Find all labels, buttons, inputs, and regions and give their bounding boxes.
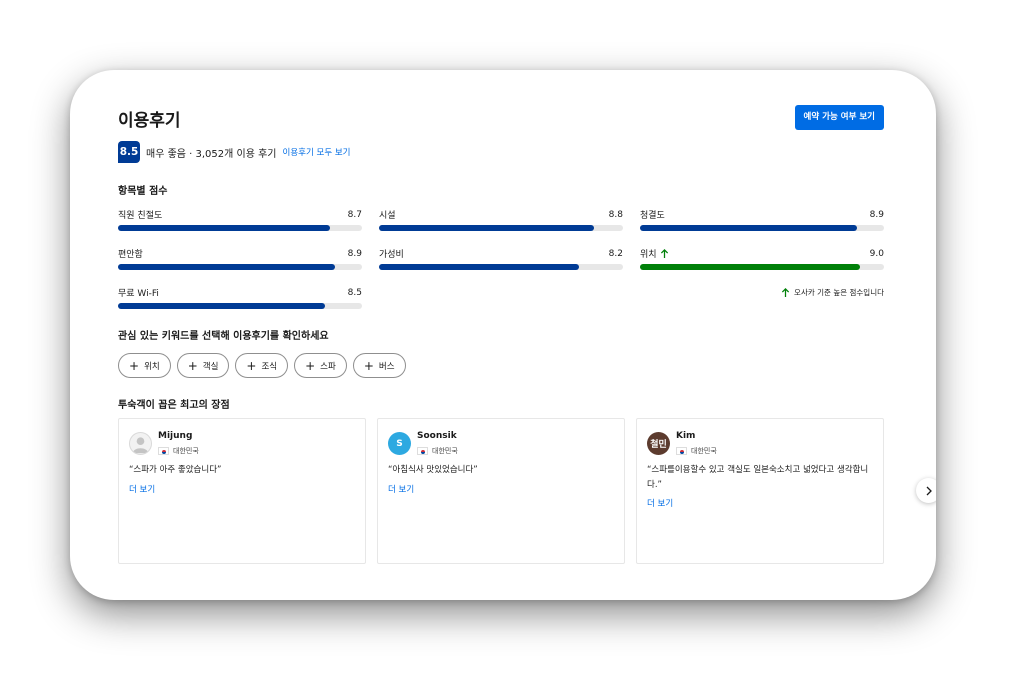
chip-label: 버스 (378, 361, 395, 372)
arrow-up-icon (781, 287, 790, 297)
score-bar (379, 225, 623, 231)
category-score: 8.2 (608, 248, 623, 259)
reviewer-country: 대한민국 (676, 446, 717, 456)
country-name: 대한민국 (173, 447, 199, 455)
score-bar-fill (379, 225, 594, 231)
plus-icon: + (363, 358, 374, 373)
review-text: “아침식사 맛있었습니다” (388, 465, 478, 475)
country-name: 대한민국 (432, 447, 458, 455)
check-availability-button[interactable]: 예약 가능 여부 보기 (794, 105, 884, 130)
keyword-chips: + 위치 + 객실 + 조식 + 스파 + 버스 (118, 353, 406, 378)
chip-label: 객실 (202, 361, 219, 372)
keyword-chip-spa[interactable]: + 스파 (294, 353, 347, 378)
category-label: 편안함 (118, 250, 143, 260)
score-bar (640, 225, 884, 231)
reviewer-name: Soonsik (417, 431, 457, 441)
category-score: 8.9 (347, 248, 362, 259)
score-bar-fill (640, 264, 860, 270)
review-text: “스파를이용할수 있고 객실도 일본숙소치고 넓었다고 생각합니다.” (647, 465, 869, 490)
arrow-up-icon (660, 248, 668, 258)
high-score-note: 오사카 기준 높은 점수입니다 (781, 287, 884, 298)
korea-flag-icon (676, 447, 687, 455)
category-wifi: 무료 Wi-Fi 8.5 (118, 286, 362, 309)
read-more-link[interactable]: 더 보기 (388, 483, 414, 495)
review-text: “스파가 아주 좋았습니다” (129, 465, 222, 475)
score-summary-text: 매우 좋음 · 3,052개 이용 후기 (146, 148, 277, 160)
category-value: 가성비 8.2 (379, 247, 623, 270)
reviewer-country: 대한민국 (417, 446, 458, 456)
score-bar-fill (118, 303, 326, 309)
category-facilities: 시설 8.8 (379, 208, 623, 231)
category-cleanliness: 청결도 8.9 (640, 208, 884, 231)
reviewer-name: Kim (676, 431, 696, 441)
korea-flag-icon (417, 447, 428, 455)
score-badge: 8.5 (118, 141, 140, 163)
review-card[interactable]: Mijung 대한민국 “스파가 아주 좋았습니다” 더 보기 (118, 418, 366, 564)
score-bar-fill (379, 264, 580, 270)
category-location: 위치 9.0 (640, 247, 884, 270)
chip-label: 위치 (144, 361, 160, 372)
score-bar (640, 264, 884, 270)
category-label: 위치 (640, 250, 657, 260)
avatar (129, 432, 152, 455)
avatar: S (388, 432, 411, 455)
all-reviews-link[interactable]: 이용후기 모두 보기 (283, 146, 351, 158)
score-bar (379, 264, 623, 270)
category-label: 청결도 (640, 211, 665, 221)
plus-icon: + (305, 358, 316, 373)
plus-icon: + (246, 358, 257, 373)
category-label-wrap: 위치 (640, 247, 669, 260)
plus-icon: + (129, 358, 140, 373)
chip-label: 조식 (261, 361, 278, 372)
category-label: 가성비 (379, 250, 404, 260)
high-score-note-text: 오사카 기준 높은 점수입니다 (794, 288, 884, 297)
reviews-section: 이용후기 예약 가능 여부 보기 8.5 매우 좋음 · 3,052개 이용 후… (118, 70, 936, 600)
korea-flag-icon (158, 447, 169, 455)
category-score: 8.9 (869, 209, 884, 220)
review-card[interactable]: S Soonsik 대한민국 “아침식사 맛있었습니다” 더 보기 (377, 418, 625, 564)
score-bar-fill (118, 264, 336, 270)
score-bar-fill (118, 225, 331, 231)
reviewer-name: Mijung (158, 431, 193, 441)
category-score: 8.5 (347, 287, 362, 298)
read-more-link[interactable]: 더 보기 (647, 497, 673, 509)
keyword-chip-room[interactable]: + 객실 (176, 353, 230, 378)
category-staff: 직원 친절도 8.7 (118, 208, 362, 231)
category-score: 8.7 (347, 209, 362, 220)
score-bar (118, 303, 362, 309)
category-label: 직원 친절도 (118, 211, 163, 221)
reviews-card: 이용후기 예약 가능 여부 보기 8.5 매우 좋음 · 3,052개 이용 후… (70, 70, 936, 600)
keywords-heading: 관심 있는 키워드를 선택해 이용후기를 확인하세요 (118, 331, 329, 342)
score-bar-fill (640, 225, 858, 231)
keyword-chip-bus[interactable]: + 버스 (352, 353, 406, 378)
carousel-next-button[interactable] (916, 478, 936, 503)
avatar: 철민 (647, 432, 670, 455)
category-scores-heading: 항목별 점수 (118, 186, 168, 197)
category-label: 무료 Wi-Fi (118, 289, 159, 299)
category-score: 8.8 (608, 209, 623, 220)
keyword-chip-breakfast[interactable]: + 조식 (235, 353, 289, 378)
keyword-chip-location[interactable]: + 위치 (118, 353, 171, 378)
reviewer-country: 대한민국 (158, 446, 199, 456)
page-title: 이용후기 (118, 111, 181, 131)
category-score: 9.0 (869, 248, 884, 259)
score-bar (118, 264, 362, 270)
score-bar (118, 225, 362, 231)
review-score-summary: 8.5 매우 좋음 · 3,052개 이용 후기 이용후기 모두 보기 (118, 141, 350, 163)
user-icon (132, 437, 149, 454)
plus-icon: + (187, 358, 198, 373)
best-features-heading: 투숙객이 꼽은 최고의 장점 (118, 400, 230, 411)
read-more-link[interactable]: 더 보기 (129, 483, 155, 495)
review-card[interactable]: 철민 Kim 대한민국 “스파를이용할수 있고 객실도 일본숙소치고 넓었다고 … (636, 418, 884, 564)
country-name: 대한민국 (691, 447, 717, 455)
category-label: 시설 (379, 211, 396, 221)
category-comfort: 편안함 8.9 (118, 247, 362, 270)
chip-label: 스파 (320, 361, 336, 372)
chevron-right-icon (926, 486, 932, 495)
